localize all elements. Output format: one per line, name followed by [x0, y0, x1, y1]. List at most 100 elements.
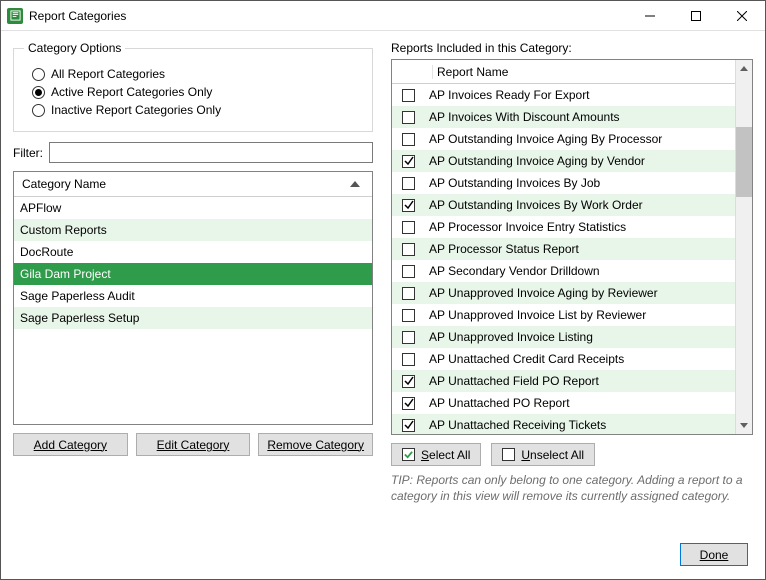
report-checkbox[interactable]	[402, 309, 415, 322]
category-row[interactable]: Gila Dam Project	[14, 263, 372, 285]
report-name: AP Unapproved Invoice Listing	[429, 330, 729, 344]
chevron-down-icon	[740, 423, 748, 428]
filter-input[interactable]	[49, 142, 373, 163]
report-row[interactable]: AP Unattached Credit Card Receipts	[392, 348, 735, 370]
add-category-button[interactable]: Add Category	[13, 433, 128, 456]
report-checkbox[interactable]	[402, 221, 415, 234]
reports-list: Report Name AP Invoices Ready For Export…	[391, 59, 753, 435]
radio-option[interactable]: All Report Categories	[32, 67, 362, 81]
report-row[interactable]: AP Invoices With Discount Amounts	[392, 106, 735, 128]
report-row[interactable]: AP Secondary Vendor Drilldown	[392, 260, 735, 282]
done-button[interactable]: Done	[680, 543, 748, 566]
report-name: AP Invoices With Discount Amounts	[429, 110, 729, 124]
report-row[interactable]: AP Unapproved Invoice Listing	[392, 326, 735, 348]
select-all-button[interactable]: Select All	[391, 443, 481, 466]
report-name: AP Unapproved Invoice Aging by Reviewer	[429, 286, 729, 300]
report-name: AP Unapproved Invoice List by Reviewer	[429, 308, 729, 322]
remove-category-button[interactable]: Remove Category	[258, 433, 373, 456]
maximize-button[interactable]	[673, 1, 719, 31]
report-name: AP Unattached PO Report	[429, 396, 729, 410]
scroll-track[interactable]	[736, 77, 752, 417]
category-row[interactable]: Custom Reports	[14, 219, 372, 241]
report-name: AP Secondary Vendor Drilldown	[429, 264, 729, 278]
report-checkbox[interactable]	[402, 287, 415, 300]
report-row[interactable]: AP Outstanding Invoice Aging by Vendor	[392, 150, 735, 172]
report-checkbox[interactable]	[402, 397, 415, 410]
scroll-down-button[interactable]	[736, 417, 752, 434]
category-row[interactable]: Sage Paperless Setup	[14, 307, 372, 329]
radio-icon	[32, 104, 45, 117]
radio-label: Active Report Categories Only	[51, 85, 212, 99]
report-checkbox[interactable]	[402, 265, 415, 278]
unselect-all-label: Unselect All	[521, 448, 584, 462]
app-icon	[7, 8, 23, 24]
category-row[interactable]: DocRoute	[14, 241, 372, 263]
report-checkbox[interactable]	[402, 331, 415, 344]
report-checkbox[interactable]	[402, 133, 415, 146]
report-checkbox[interactable]	[402, 243, 415, 256]
category-header-label: Category Name	[22, 177, 106, 191]
report-name: AP Outstanding Invoices By Work Order	[429, 198, 729, 212]
report-name: AP Invoices Ready For Export	[429, 88, 729, 102]
category-options-group: Category Options All Report Categories Ac…	[13, 41, 373, 132]
chevron-up-icon	[740, 66, 748, 71]
report-checkbox[interactable]	[402, 155, 415, 168]
report-name: AP Unattached Credit Card Receipts	[429, 352, 729, 366]
report-checkbox[interactable]	[402, 177, 415, 190]
report-checkbox[interactable]	[402, 199, 415, 212]
report-name: AP Unattached Receiving Tickets	[429, 418, 729, 432]
checkbox-empty-icon	[502, 448, 515, 461]
select-all-label: Select All	[421, 448, 470, 462]
scroll-up-button[interactable]	[736, 60, 752, 77]
radio-label: All Report Categories	[51, 67, 165, 81]
report-checkbox[interactable]	[402, 89, 415, 102]
report-checkbox[interactable]	[402, 353, 415, 366]
minimize-button[interactable]	[627, 1, 673, 31]
report-checkbox[interactable]	[402, 111, 415, 124]
window-title: Report Categories	[29, 9, 627, 23]
report-row[interactable]: AP Unapproved Invoice List by Reviewer	[392, 304, 735, 326]
category-row[interactable]: APFlow	[14, 197, 372, 219]
radio-label: Inactive Report Categories Only	[51, 103, 221, 117]
report-row[interactable]: AP Invoices Ready For Export	[392, 84, 735, 106]
radio-option[interactable]: Active Report Categories Only	[32, 85, 362, 99]
report-row[interactable]: AP Unattached Field PO Report	[392, 370, 735, 392]
report-name: AP Outstanding Invoices By Job	[429, 176, 729, 190]
report-name: AP Processor Invoice Entry Statistics	[429, 220, 729, 234]
category-list-header[interactable]: Category Name	[14, 172, 372, 197]
report-row[interactable]: AP Unapproved Invoice Aging by Reviewer	[392, 282, 735, 304]
report-row[interactable]: AP Unattached PO Report	[392, 392, 735, 414]
reports-list-header[interactable]: Report Name	[392, 60, 735, 84]
report-row[interactable]: AP Outstanding Invoices By Work Order	[392, 194, 735, 216]
category-row[interactable]: Sage Paperless Audit	[14, 285, 372, 307]
sort-ascending-icon	[350, 181, 360, 187]
report-checkbox[interactable]	[402, 375, 415, 388]
report-name: AP Unattached Field PO Report	[429, 374, 729, 388]
radio-icon	[32, 68, 45, 81]
filter-label: Filter:	[13, 146, 43, 160]
titlebar: Report Categories	[1, 1, 765, 31]
report-name: AP Processor Status Report	[429, 242, 729, 256]
report-row[interactable]: AP Unattached Receiving Tickets	[392, 414, 735, 434]
scroll-thumb[interactable]	[736, 127, 752, 197]
radio-option[interactable]: Inactive Report Categories Only	[32, 103, 362, 117]
tip-text: TIP: Reports can only belong to one cate…	[391, 472, 753, 504]
edit-category-button[interactable]: Edit Category	[136, 433, 251, 456]
report-row[interactable]: AP Processor Invoice Entry Statistics	[392, 216, 735, 238]
report-name: AP Outstanding Invoice Aging By Processo…	[429, 132, 729, 146]
reports-header-label: Report Name	[432, 65, 735, 79]
unselect-all-button[interactable]: Unselect All	[491, 443, 595, 466]
reports-included-label: Reports Included in this Category:	[391, 41, 753, 55]
category-list: Category Name APFlowCustom ReportsDocRou…	[13, 171, 373, 425]
report-row[interactable]: AP Outstanding Invoices By Job	[392, 172, 735, 194]
report-name: AP Outstanding Invoice Aging by Vendor	[429, 154, 729, 168]
report-checkbox[interactable]	[402, 419, 415, 432]
checkbox-checked-icon	[402, 448, 415, 461]
category-options-legend: Category Options	[24, 41, 125, 55]
filter-row: Filter:	[13, 142, 373, 163]
report-row[interactable]: AP Processor Status Report	[392, 238, 735, 260]
radio-icon	[32, 86, 45, 99]
close-button[interactable]	[719, 1, 765, 31]
scrollbar[interactable]	[735, 60, 752, 434]
report-row[interactable]: AP Outstanding Invoice Aging By Processo…	[392, 128, 735, 150]
